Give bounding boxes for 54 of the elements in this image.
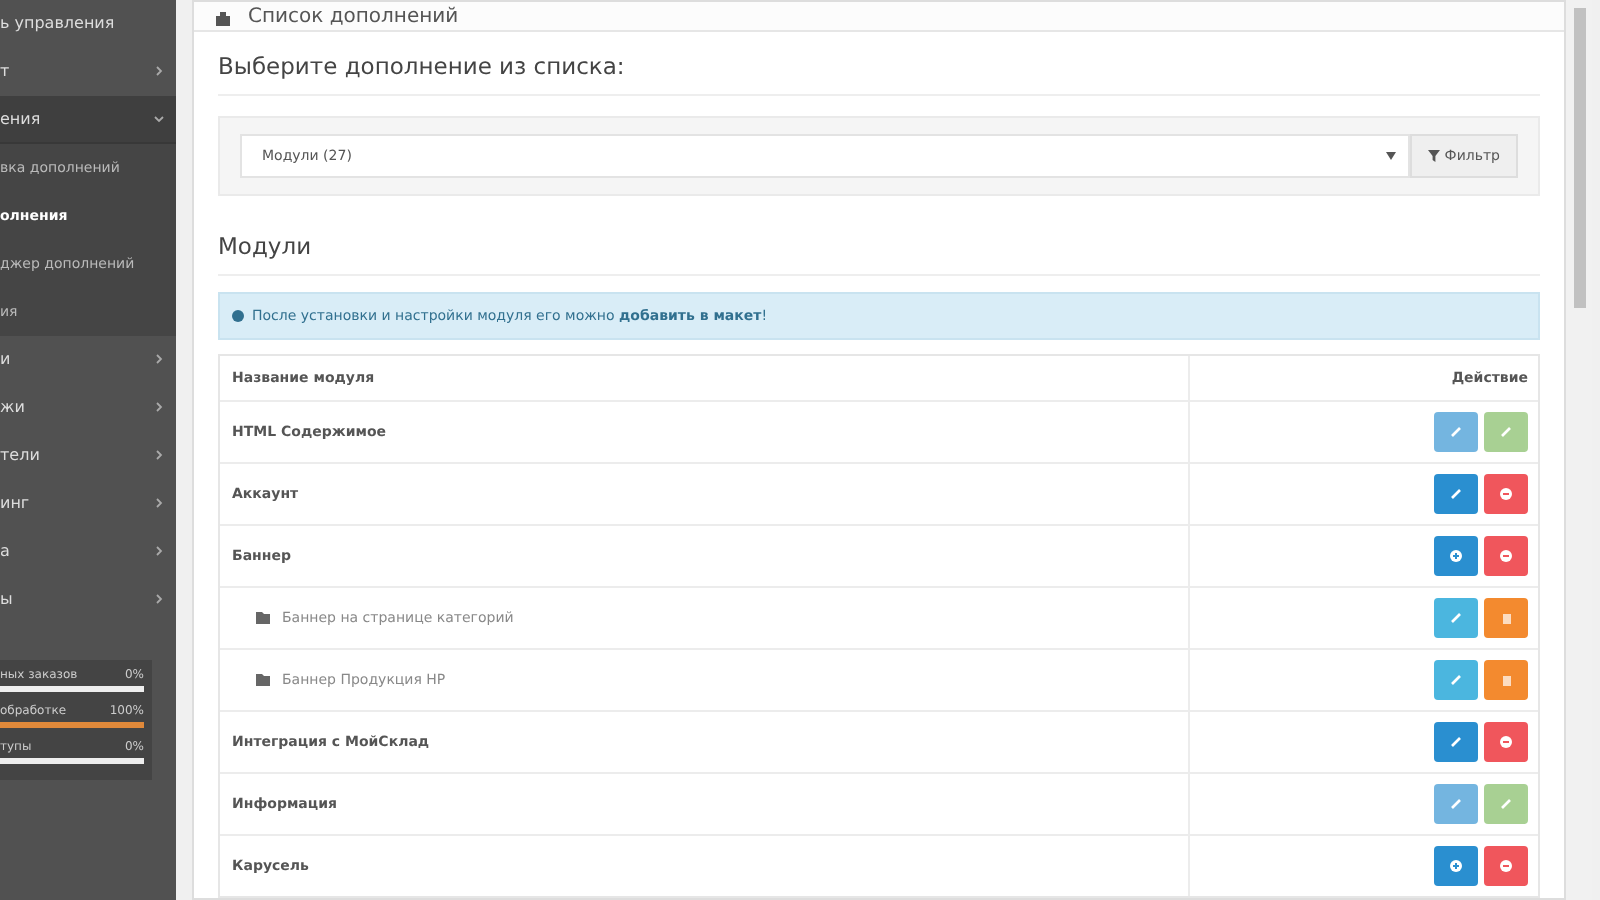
pencil-icon: [1450, 426, 1462, 438]
plus-circle-icon: [1450, 550, 1462, 562]
chevron-right-icon: [154, 450, 164, 460]
chevron-right-icon: [154, 354, 164, 364]
minus-circle-icon: [1500, 488, 1512, 500]
sidebar-item[interactable]: инг: [0, 480, 176, 528]
minus-circle-icon: [1500, 736, 1512, 748]
dropdown-caret-icon: [1386, 152, 1397, 160]
sidebar-item[interactable]: ения: [0, 96, 176, 144]
sidebar-item[interactable]: ы: [0, 576, 176, 624]
edit-module-button[interactable]: [1434, 660, 1478, 700]
sidebar-item[interactable]: и: [0, 336, 176, 384]
chevron-right-icon: [154, 66, 164, 76]
chevron-right-icon: [154, 498, 164, 508]
sidebar-item[interactable]: ь управления: [0, 0, 176, 48]
pencil-icon: [1450, 612, 1462, 624]
edit-button[interactable]: [1434, 722, 1478, 762]
sidebar-item[interactable]: жи: [0, 384, 176, 432]
pencil-icon: [1450, 798, 1462, 810]
sidebar-item[interactable]: тели: [0, 432, 176, 480]
chevron-down-icon: [154, 114, 164, 124]
add-button[interactable]: [1434, 536, 1478, 576]
pencil-icon: [1450, 674, 1462, 686]
uninstall-button[interactable]: [1484, 846, 1528, 886]
trash-icon: [1501, 612, 1511, 624]
sidebar-item[interactable]: т: [0, 48, 176, 96]
folder-icon: [256, 674, 270, 686]
pencil-icon: [1450, 736, 1462, 748]
edit-button[interactable]: [1434, 474, 1478, 514]
section-heading: Выберите дополнение из списка:: [218, 44, 1540, 96]
minus-circle-icon: [1500, 860, 1512, 872]
pencil-icon: [1500, 798, 1512, 810]
info-icon: [232, 310, 244, 322]
section-heading: Модули: [218, 224, 1540, 276]
pencil-icon: [1450, 488, 1462, 500]
add-button[interactable]: [1434, 846, 1478, 886]
filter-icon: [1428, 150, 1441, 162]
pencil-icon: [1500, 426, 1512, 438]
puzzle-icon: [214, 7, 232, 25]
delete-button[interactable]: [1484, 598, 1528, 638]
chevron-right-icon: [154, 402, 164, 412]
uninstall-button[interactable]: [1484, 722, 1528, 762]
uninstall-button[interactable]: [1484, 474, 1528, 514]
minus-circle-icon: [1500, 550, 1512, 562]
folder-icon: [256, 612, 270, 624]
trash-icon: [1501, 674, 1511, 686]
chevron-right-icon: [154, 546, 164, 556]
sidebar-item[interactable]: а: [0, 528, 176, 576]
delete-button[interactable]: [1484, 660, 1528, 700]
chevron-right-icon: [154, 594, 164, 604]
panel-title: Список дополнений: [248, 5, 459, 27]
uninstall-button[interactable]: [1484, 536, 1528, 576]
edit-module-button[interactable]: [1434, 598, 1478, 638]
plus-circle-icon: [1450, 860, 1462, 872]
